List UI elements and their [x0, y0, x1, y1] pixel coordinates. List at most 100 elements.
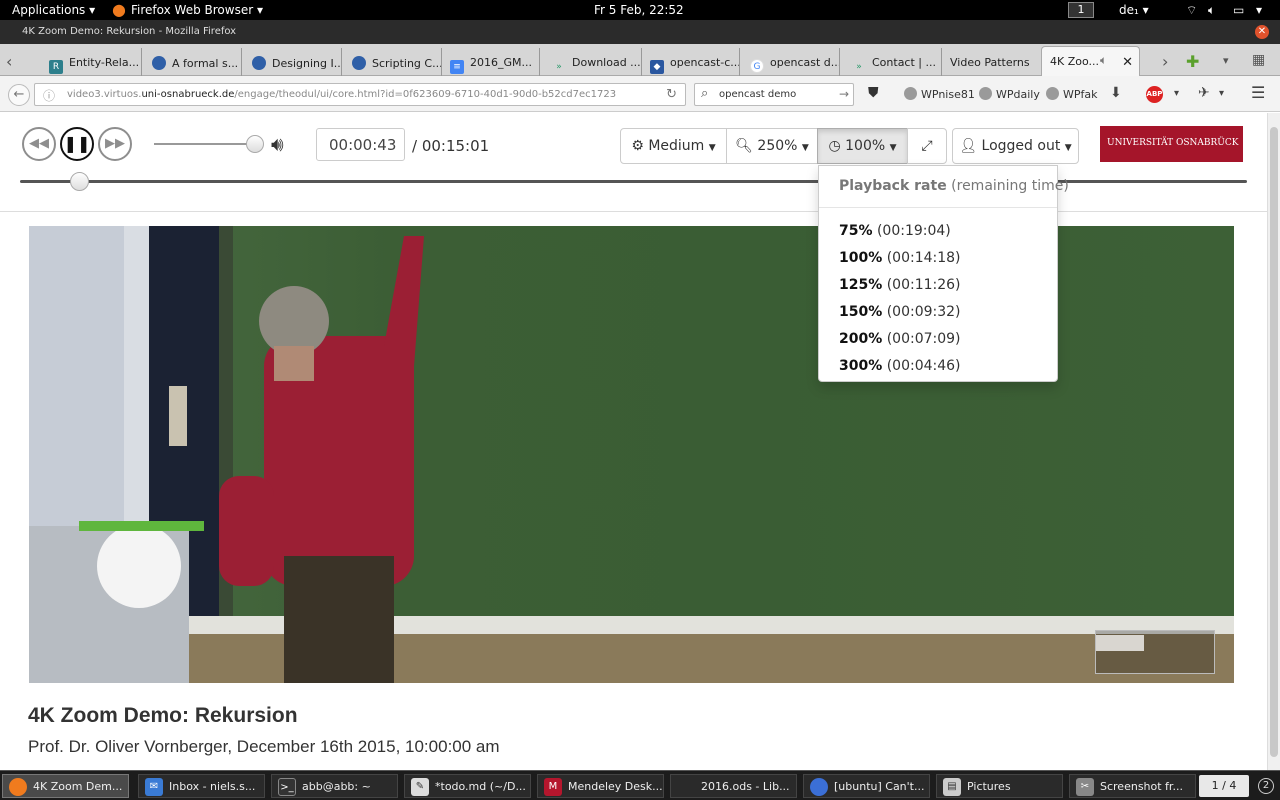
back-icon[interactable]: ←	[8, 84, 30, 106]
search-value: opencast demo	[719, 89, 797, 100]
bookmark-wpdaily[interactable]: WPdaily	[979, 87, 1040, 101]
tab-scripting[interactable]: Scripting C...	[352, 48, 442, 76]
battery-icon[interactable]: ▭	[1233, 3, 1244, 17]
task-libreoffice[interactable]: 2016.ods - Lib...	[670, 774, 797, 798]
task-mendeley[interactable]: M Mendeley Desk...	[537, 774, 664, 798]
site-info-icon[interactable]: ⓘ	[43, 87, 55, 104]
rate-remaining: (00:07:09)	[886, 331, 961, 347]
keyboard-layout[interactable]: de₁ ▾	[1119, 3, 1149, 17]
task-pictures[interactable]: ▤ Pictures	[936, 774, 1063, 798]
fast-forward-button[interactable]: ▶▶	[98, 127, 132, 161]
minimap-viewport[interactable]	[1096, 635, 1144, 651]
power-menu-icon[interactable]: ▾	[1256, 3, 1262, 17]
tab-formal[interactable]: A formal s...	[152, 48, 242, 76]
rate-value: 100%	[839, 250, 883, 266]
tab-entity-relationship[interactable]: R Entity-Rela...	[49, 48, 142, 76]
reload-icon[interactable]: ↻	[666, 87, 677, 102]
tab-list-icon[interactable]: ▾	[1223, 54, 1229, 67]
page-scrollbar[interactable]	[1267, 113, 1280, 770]
google-icon: G	[750, 59, 764, 73]
rate-option-150[interactable]: 150% (00:09:32)	[839, 304, 961, 320]
pause-button[interactable]: ❚❚	[60, 127, 94, 161]
tab-label: Contact | ...	[872, 56, 936, 69]
rewind-button[interactable]: ◀◀	[22, 127, 56, 161]
tab-gm[interactable]: ≡ 2016_GM...	[450, 48, 540, 76]
rate-option-100[interactable]: 100% (00:14:18)	[839, 250, 961, 266]
quality-dropdown[interactable]: ⚙ Medium ▼	[620, 128, 727, 164]
current-time-input[interactable]: 00:00:43	[316, 128, 405, 161]
task-terminal[interactable]: >_ abb@abb: ~	[271, 774, 398, 798]
app-menu-label: Firefox Web Browser	[131, 3, 254, 17]
rate-option-300[interactable]: 300% (00:04:46)	[839, 358, 961, 374]
menu-header: Playback rate (remaining time)	[839, 178, 1069, 194]
extension-menu-icon[interactable]: ▾	[1219, 88, 1224, 99]
extension-icon[interactable]: ✈	[1198, 85, 1210, 101]
workspace-indicator[interactable]: 1	[1068, 2, 1094, 18]
close-tab-icon[interactable]: ✕	[1122, 55, 1133, 70]
rate-label: 100%	[845, 138, 886, 154]
hamburger-menu-icon[interactable]: ☰	[1251, 83, 1265, 102]
search-input[interactable]: ⌕ opencast demo →	[694, 83, 854, 106]
volume-handle[interactable]	[246, 135, 264, 153]
volume-icon[interactable]: 🔈︎	[1208, 3, 1215, 18]
volume-slider[interactable]	[154, 135, 264, 153]
scrollbar-thumb[interactable]	[1270, 127, 1278, 757]
download-icon[interactable]: ⬇	[1110, 85, 1122, 101]
tab-opencast-d[interactable]: Gopencast d...	[750, 48, 840, 76]
tab-audio-icon[interactable]: 🔈︎	[1100, 53, 1107, 68]
notification-icon[interactable]: 2	[1258, 778, 1274, 794]
video-title: 4K Zoom Demo: Rekursion	[28, 704, 298, 727]
double-chevron-icon: »	[556, 62, 562, 72]
bookmark-wpnise81[interactable]: WPnise81	[904, 87, 975, 101]
gear-icon: ⚙	[631, 138, 644, 154]
tab-designing[interactable]: Designing I...	[252, 48, 342, 76]
url-bar[interactable]: ⓘ video3.virtuos.uni-osnabrueck.de/engag…	[34, 83, 686, 106]
task-screenshot[interactable]: ✂ Screenshot fr...	[1069, 774, 1196, 798]
search-go-icon[interactable]: →	[839, 87, 849, 101]
pause-icon: ❚❚	[63, 134, 91, 153]
tab-video-patterns[interactable]: Video Patterns	[950, 48, 1038, 76]
researchgate-icon: R	[49, 60, 63, 74]
login-dropdown[interactable]: 👤︎ Logged out ▼	[952, 128, 1079, 164]
task-inbox[interactable]: ✉ Inbox - niels.s...	[138, 774, 265, 798]
tab-label: 2016_GM...	[470, 56, 532, 69]
double-chevron-icon: »	[856, 62, 862, 72]
task-ubuntu[interactable]: [ubuntu] Can't...	[803, 774, 930, 798]
zoom-dropdown[interactable]: 🔍︎ 250% ▼	[726, 128, 818, 164]
bookmark-wpfak[interactable]: WPfak	[1046, 87, 1098, 101]
new-tab-icon[interactable]: ✚	[1186, 52, 1199, 71]
playback-rate-dropdown[interactable]: ◷ 100% ▼	[817, 128, 908, 164]
rate-value: 125%	[839, 277, 883, 293]
tab-4k-zoom-active[interactable]: 4K Zoo... 🔈︎ ✕	[1041, 46, 1140, 77]
scroll-tabs-left-icon[interactable]: ‹	[6, 52, 12, 71]
rate-option-200[interactable]: 200% (00:07:09)	[839, 331, 961, 347]
task-firefox[interactable]: 4K Zoom Dem...	[2, 774, 129, 798]
scroll-tabs-right-icon[interactable]: ›	[1162, 52, 1168, 71]
app-menu[interactable]: Firefox Web Browser ▾	[131, 3, 263, 17]
seek-handle[interactable]	[69, 172, 89, 191]
window-titlebar: 4K Zoom Demo: Rekursion - Mozilla Firefo…	[0, 20, 1280, 44]
adblock-icon[interactable]: ABP	[1146, 86, 1163, 103]
workspace-pager[interactable]: 1 / 4	[1199, 775, 1249, 797]
pocket-icon[interactable]: ⛊	[868, 85, 879, 101]
speaker-icon[interactable]: 🔊︎	[271, 132, 284, 156]
zoom-minimap[interactable]	[1095, 630, 1215, 674]
tab-label: Scripting C...	[372, 57, 442, 70]
applications-menu[interactable]: Applications ▾	[12, 3, 95, 17]
url-path: /engage/theodul/ui/core.html?id=0f623609…	[234, 89, 617, 100]
bookmark-label: WPfak	[1063, 88, 1098, 101]
rate-option-75[interactable]: 75% (00:19:04)	[839, 223, 951, 239]
google-docs-icon: ≡	[450, 60, 464, 74]
tab-groups-icon[interactable]: ▦	[1252, 52, 1265, 68]
rate-remaining: (00:11:26)	[886, 277, 961, 293]
clock[interactable]: Fr 5 Feb, 22:52	[594, 3, 684, 17]
rate-option-125[interactable]: 125% (00:11:26)	[839, 277, 961, 293]
wifi-icon[interactable]: ⌔	[1186, 3, 1197, 18]
fullscreen-button[interactable]: ⤢	[907, 128, 947, 164]
task-todo[interactable]: ✎ *todo.md (~/D...	[404, 774, 531, 798]
close-window-icon[interactable]: ✕	[1255, 25, 1269, 39]
tab-contact[interactable]: » Contact | ...	[852, 48, 942, 76]
tab-download[interactable]: » Download ...	[552, 48, 642, 76]
tab-opencast-c[interactable]: ◆ opencast-c...	[650, 48, 740, 76]
adblock-menu-icon[interactable]: ▾	[1174, 88, 1179, 99]
